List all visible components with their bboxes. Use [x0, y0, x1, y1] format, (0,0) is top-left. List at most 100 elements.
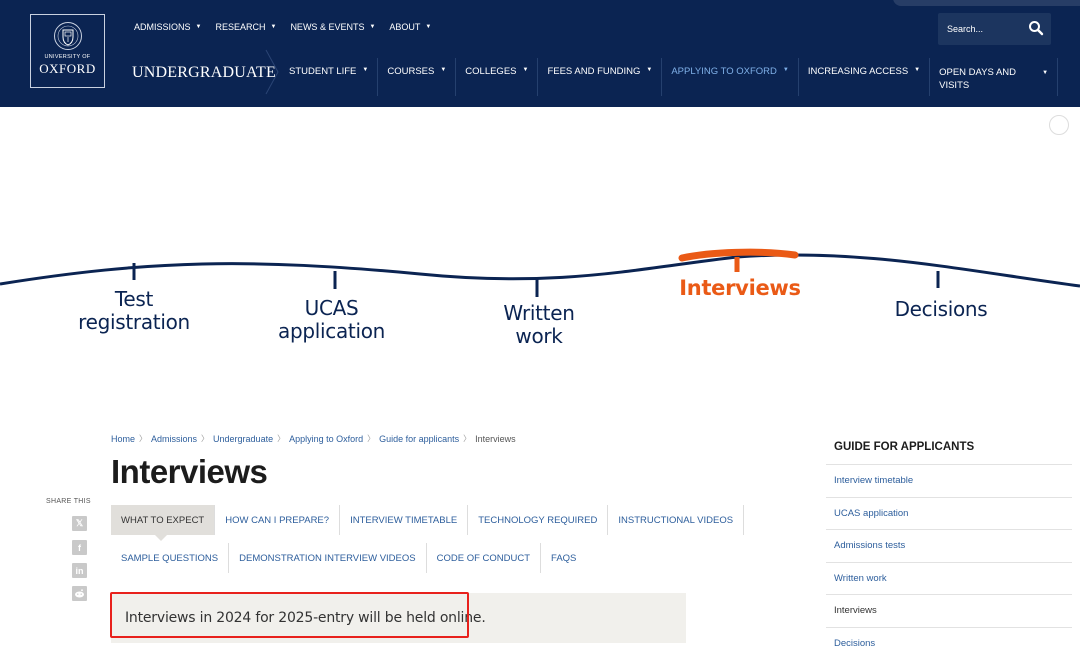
tab-how-can-i-prepare[interactable]: HOW CAN I PREPARE? — [215, 505, 340, 535]
main-nav-courses[interactable]: COURSES ▼ — [378, 58, 456, 96]
top-nav-label: NEWS & EVENTS — [290, 22, 364, 32]
tab-what-to-expect[interactable]: WHAT TO EXPECT — [111, 505, 215, 535]
search-placeholder: Search... — [947, 24, 983, 34]
highlight-box — [110, 592, 469, 638]
logo-university-of: UNIVERSITY OF — [45, 54, 91, 60]
main-nav-label: INCREASING ACCESS — [808, 66, 908, 77]
breadcrumb-admissions[interactable]: Admissions — [151, 434, 197, 444]
section-title[interactable]: UNDERGRADUATE — [132, 64, 276, 82]
caret-down-icon: ▼ — [914, 67, 920, 73]
caret-down-icon: ▼ — [362, 67, 368, 73]
tab-code-of-conduct[interactable]: CODE OF CONDUCT — [427, 543, 541, 573]
breadcrumb-home[interactable]: Home — [111, 434, 135, 444]
header-decoration — [893, 0, 1080, 6]
caret-down-icon: ▼ — [1042, 67, 1048, 80]
caret-down-icon: ▼ — [369, 24, 375, 30]
reddit-glyph — [74, 589, 85, 598]
tab-faqs[interactable]: FAQS — [541, 543, 586, 573]
stage-line: work — [480, 325, 598, 348]
main-nav-label: APPLYING TO OXFORD — [671, 66, 777, 77]
stage-line: registration — [64, 311, 204, 334]
caret-down-icon: ▼ — [425, 24, 431, 30]
tab-interview-timetable[interactable]: INTERVIEW TIMETABLE — [340, 505, 468, 535]
sidebar-item-ucas-application[interactable]: UCAS application — [826, 497, 1072, 530]
top-nav-admissions[interactable]: ADMISSIONS ▼ — [134, 22, 201, 32]
stage-line: application — [264, 320, 399, 343]
main-nav-applying-to-oxford[interactable]: APPLYING TO OXFORD ▼ — [662, 58, 799, 96]
timeline-stage-test-registration: Test registration — [64, 288, 204, 334]
breadcrumb: Home 〉 Admissions 〉 Undergraduate 〉 Applyin… — [111, 433, 516, 444]
breadcrumb-undergraduate[interactable]: Undergraduate — [213, 434, 273, 444]
breadcrumb-separator-icon: 〉 — [201, 433, 209, 444]
stage-line: Test — [64, 288, 204, 311]
breadcrumb-current: Interviews — [475, 434, 516, 444]
linkedin-share-icon[interactable]: in — [72, 563, 87, 578]
sidebar-title: GUIDE FOR APPLICANTS — [834, 441, 974, 453]
top-nav: ADMISSIONS ▼ RESEARCH ▼ NEWS & EVENTS ▼ ABO… — [134, 22, 445, 32]
breadcrumb-separator-icon: 〉 — [139, 433, 147, 444]
tabs-row-2: SAMPLE QUESTIONS DEMONSTRATION INTERVIEW… — [111, 543, 586, 573]
caret-down-icon: ▼ — [646, 67, 652, 73]
timeline-stage-decisions: Decisions — [876, 298, 1006, 321]
top-nav-research[interactable]: RESEARCH ▼ — [215, 22, 276, 32]
main-nav-fees-funding[interactable]: FEES AND FUNDING ▼ — [538, 58, 662, 96]
main-nav-increasing-access[interactable]: INCREASING ACCESS ▼ — [799, 58, 930, 96]
top-nav-about[interactable]: ABOUT ▼ — [389, 22, 431, 32]
sidebar-item-decisions[interactable]: Decisions — [826, 627, 1072, 659]
timeline-stage-ucas-application: UCAS application — [264, 297, 399, 343]
caret-down-icon: ▼ — [783, 67, 789, 73]
reddit-share-icon[interactable] — [72, 586, 87, 601]
main-nav-label: FEES AND FUNDING — [547, 66, 640, 77]
sidebar-item-interview-timetable[interactable]: Interview timetable — [826, 464, 1072, 497]
breadcrumb-separator-icon: 〉 — [367, 433, 375, 444]
page-title: Interviews — [111, 453, 267, 491]
main-nav-label: OPEN DAYS AND VISITS — [939, 66, 1029, 92]
settings-circle-icon[interactable] — [1049, 115, 1069, 135]
breadcrumb-separator-icon: 〉 — [463, 433, 471, 444]
main-nav-label: COURSES — [387, 66, 434, 77]
x-share-icon[interactable]: 𝕏 — [72, 516, 87, 531]
sidebar-item-written-work[interactable]: Written work — [826, 562, 1072, 595]
timeline-stage-written-work: Written work — [480, 302, 598, 348]
main-nav-label: STUDENT LIFE — [289, 66, 356, 77]
share-label: SHARE THIS — [46, 498, 91, 505]
stage-line: Interviews — [670, 277, 810, 300]
main-nav-colleges[interactable]: COLLEGES ▼ — [456, 58, 538, 96]
stage-line: UCAS — [264, 297, 399, 320]
tab-demonstration-videos[interactable]: DEMONSTRATION INTERVIEW VIDEOS — [229, 543, 426, 573]
tab-instructional-videos[interactable]: INSTRUCTIONAL VIDEOS — [608, 505, 744, 535]
breadcrumb-applying[interactable]: Applying to Oxford — [289, 434, 363, 444]
caret-down-icon: ▼ — [440, 67, 446, 73]
tab-technology-required[interactable]: TECHNOLOGY REQUIRED — [468, 505, 608, 535]
caret-down-icon: ▼ — [196, 24, 202, 30]
application-timeline: Test registration UCAS application Writt… — [0, 230, 1080, 370]
search-icon[interactable] — [1028, 20, 1044, 36]
stage-line: Decisions — [876, 298, 1006, 321]
main-nav-student-life[interactable]: STUDENT LIFE ▼ — [280, 58, 378, 96]
tab-sample-questions[interactable]: SAMPLE QUESTIONS — [111, 543, 229, 573]
breadcrumb-guide[interactable]: Guide for applicants — [379, 434, 459, 444]
site-header: UNIVERSITY OF OXFORD ADMISSIONS ▼ RESEARC… — [0, 0, 1080, 107]
stage-line: Written — [480, 302, 598, 325]
facebook-share-icon[interactable]: f — [72, 540, 87, 555]
oxford-logo[interactable]: UNIVERSITY OF OXFORD — [30, 14, 105, 88]
caret-down-icon: ▼ — [270, 24, 276, 30]
sidebar-item-admissions-tests[interactable]: Admissions tests — [826, 529, 1072, 562]
logo-oxford: OXFORD — [39, 61, 95, 77]
top-nav-label: ABOUT — [389, 22, 420, 32]
caret-down-icon: ▼ — [523, 67, 529, 73]
breadcrumb-separator-icon: 〉 — [277, 433, 285, 444]
main-nav-label: COLLEGES — [465, 66, 516, 77]
university-crest-icon — [53, 21, 83, 51]
top-nav-news-events[interactable]: NEWS & EVENTS ▼ — [290, 22, 375, 32]
main-nav-open-days[interactable]: OPEN DAYS AND VISITS ▼ — [930, 58, 1058, 96]
top-nav-label: RESEARCH — [215, 22, 265, 32]
timeline-stage-interviews: Interviews — [670, 277, 810, 300]
search-input[interactable]: Search... — [938, 13, 1051, 45]
section-chevron-icon — [264, 48, 280, 96]
sidebar-item-interviews[interactable]: Interviews — [826, 594, 1072, 627]
main-nav: STUDENT LIFE ▼ COURSES ▼ COLLEGES ▼ FEES AN… — [280, 58, 1058, 96]
top-nav-label: ADMISSIONS — [134, 22, 191, 32]
sidebar-list: Interview timetable UCAS application Adm… — [826, 464, 1072, 659]
tabs-row-1: WHAT TO EXPECT HOW CAN I PREPARE? INTERV… — [111, 505, 744, 535]
